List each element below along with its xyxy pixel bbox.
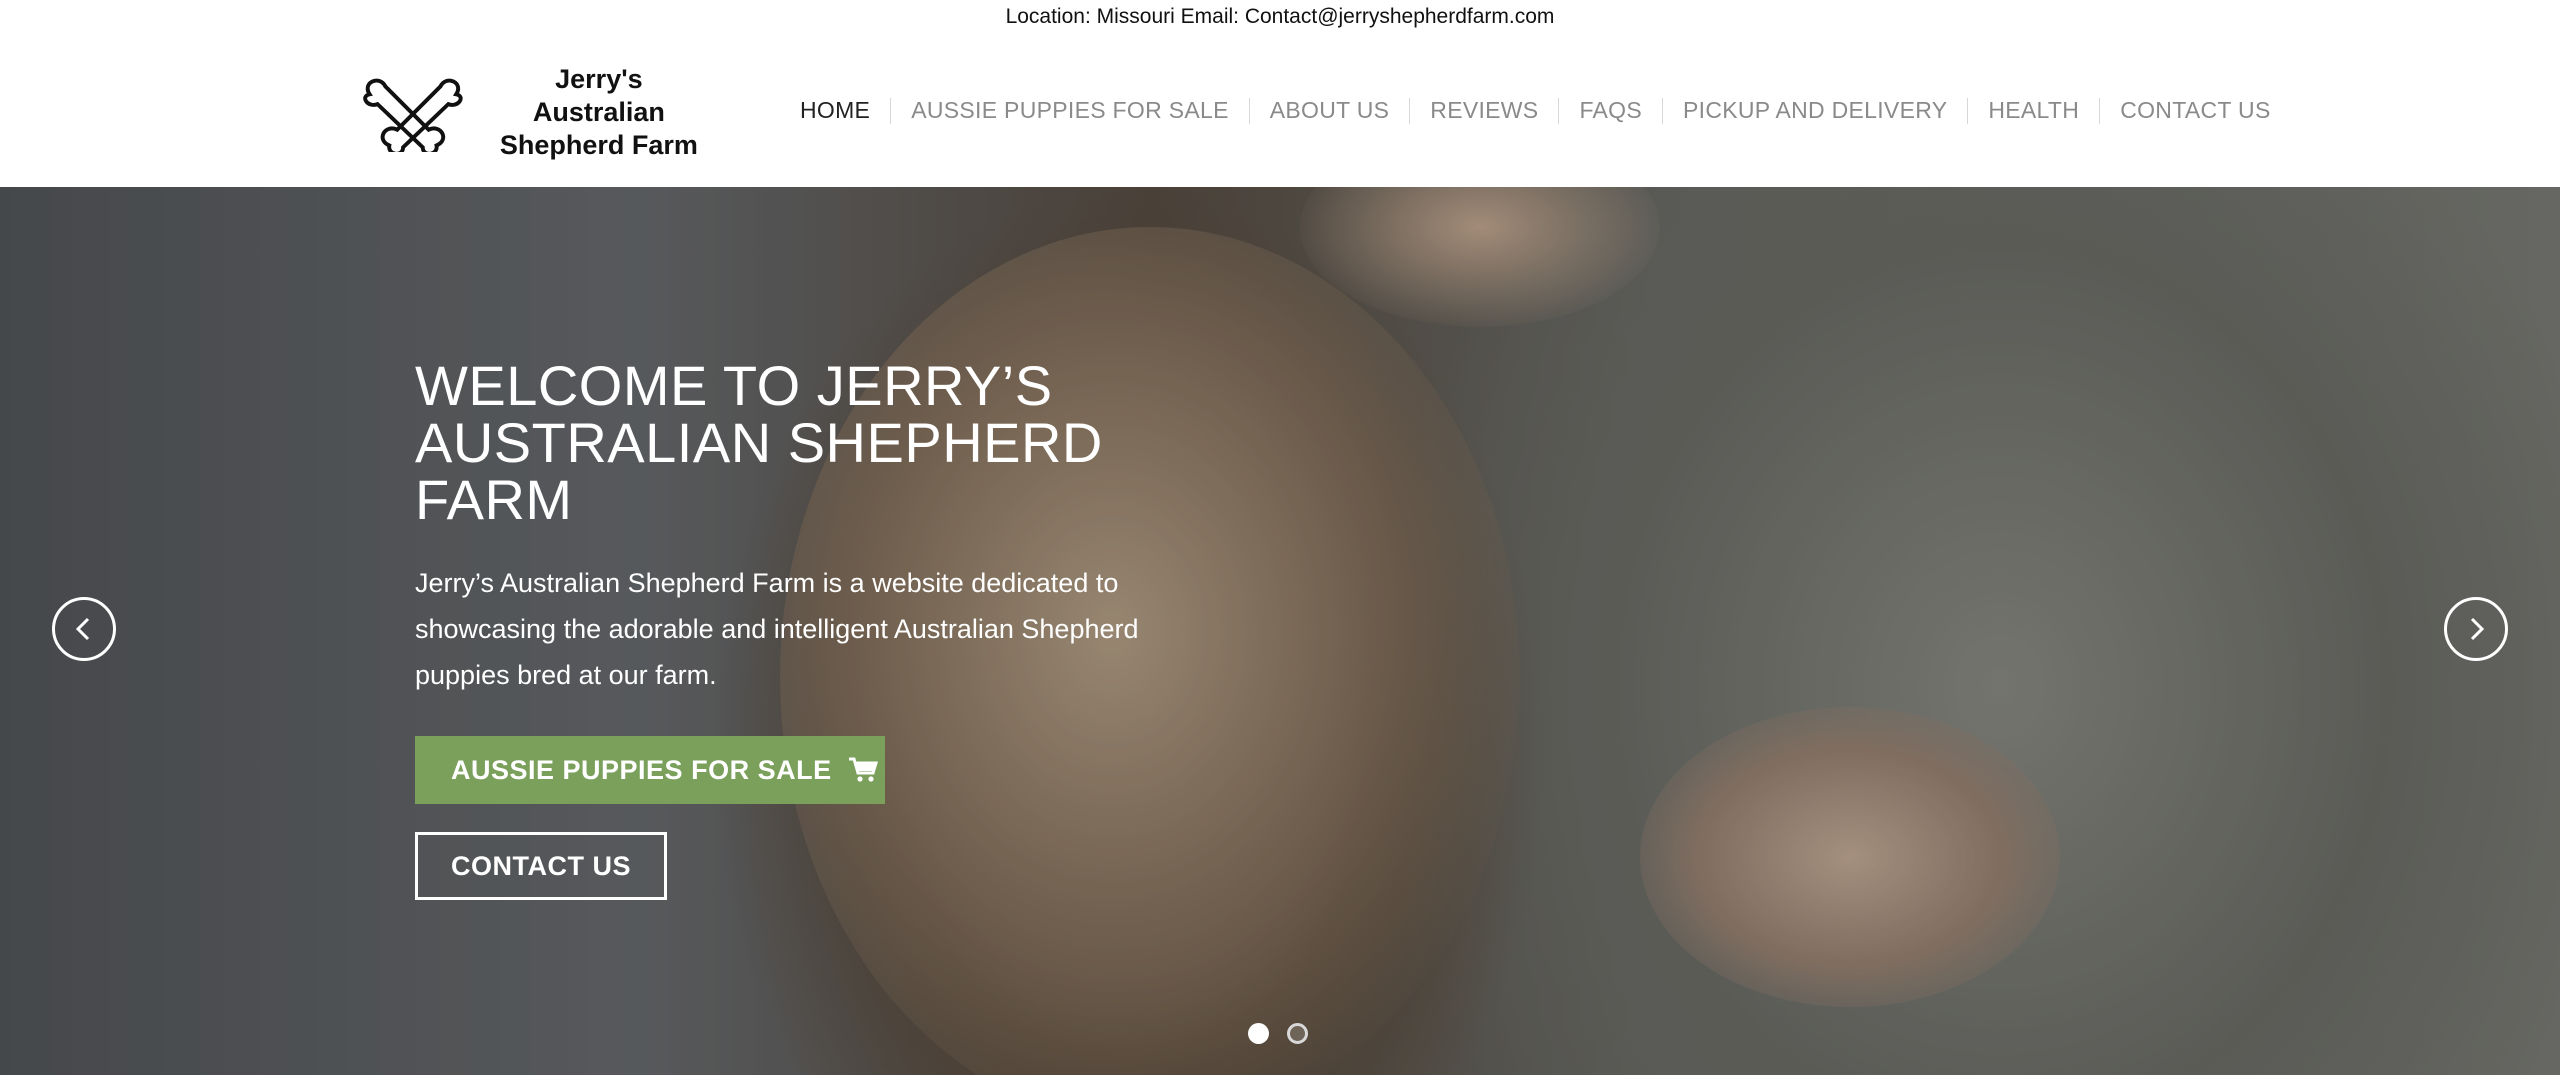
slider-dot-1[interactable] bbox=[1248, 1023, 1269, 1044]
nav-item-reviews[interactable]: REVIEWS bbox=[1410, 97, 1558, 124]
button-label: CONTACT US bbox=[451, 850, 631, 881]
chevron-right-icon bbox=[2470, 617, 2485, 641]
logo-line-1: Jerry's Australian bbox=[532, 63, 665, 127]
site-header: Jerry's Australian Shepherd Farm HOME AU… bbox=[0, 34, 2560, 187]
hero-title: WELCOME TO JERRY’S AUSTRALIAN SHEPHERD F… bbox=[415, 354, 1103, 531]
nav-item-home[interactable]: HOME bbox=[780, 97, 890, 124]
top-info-bar: Location: Missouri Email: Contact@jerrys… bbox=[0, 0, 2560, 34]
nav-label: REVIEWS bbox=[1430, 97, 1539, 123]
hero-slider: WELCOME TO JERRY’S AUSTRALIAN SHEPHERD F… bbox=[0, 187, 2560, 1075]
nav-label: HEALTH bbox=[1988, 97, 2080, 123]
main-nav: HOME AUSSIE PUPPIES FOR SALE ABOUT US RE… bbox=[780, 34, 2291, 187]
cart-icon bbox=[848, 757, 878, 782]
nav-label: FAQS bbox=[1579, 97, 1643, 123]
nav-item-health[interactable]: HEALTH bbox=[1968, 97, 2099, 124]
hero-overlay bbox=[0, 187, 2560, 1075]
contact-us-button[interactable]: CONTACT US bbox=[415, 832, 667, 900]
nav-label: AUSSIE PUPPIES FOR SALE bbox=[911, 97, 1229, 123]
chevron-left-icon bbox=[75, 617, 90, 641]
nav-label: PICKUP AND DELIVERY bbox=[1683, 97, 1948, 123]
slider-dot-2[interactable] bbox=[1287, 1023, 1308, 1044]
slider-next-arrow[interactable] bbox=[2444, 597, 2508, 661]
nav-item-aussie-puppies-for-sale[interactable]: AUSSIE PUPPIES FOR SALE bbox=[891, 97, 1249, 124]
logo-line-2: Shepherd Farm bbox=[499, 129, 698, 160]
location-email-text: Location: Missouri Email: Contact@jerrys… bbox=[1005, 5, 1555, 28]
slider-pagination bbox=[1248, 1023, 1308, 1044]
hero-description: Jerry’s Australian Shepherd Farm is a we… bbox=[415, 568, 1139, 690]
nav-label: HOME bbox=[800, 97, 871, 123]
slider-prev-arrow[interactable] bbox=[52, 597, 116, 661]
aussie-puppies-for-sale-button[interactable]: AUSSIE PUPPIES FOR SALE bbox=[415, 736, 885, 804]
nav-item-about-us[interactable]: ABOUT US bbox=[1250, 97, 1410, 124]
button-label: AUSSIE PUPPIES FOR SALE bbox=[451, 754, 832, 785]
nav-item-contact-us[interactable]: CONTACT US bbox=[2100, 97, 2290, 124]
hero-content: WELCOME TO JERRY’S AUSTRALIAN SHEPHERD F… bbox=[415, 357, 1195, 698]
nav-label: CONTACT US bbox=[2120, 97, 2271, 123]
logo-text: Jerry's Australian Shepherd Farm bbox=[488, 63, 710, 162]
nav-label: ABOUT US bbox=[1269, 97, 1390, 123]
nav-item-pickup-and-delivery[interactable]: PICKUP AND DELIVERY bbox=[1663, 97, 1967, 124]
site-logo[interactable]: Jerry's Australian Shepherd Farm bbox=[350, 64, 710, 160]
nav-item-faqs[interactable]: FAQS bbox=[1559, 97, 1662, 124]
bones-logo-icon bbox=[363, 78, 463, 152]
